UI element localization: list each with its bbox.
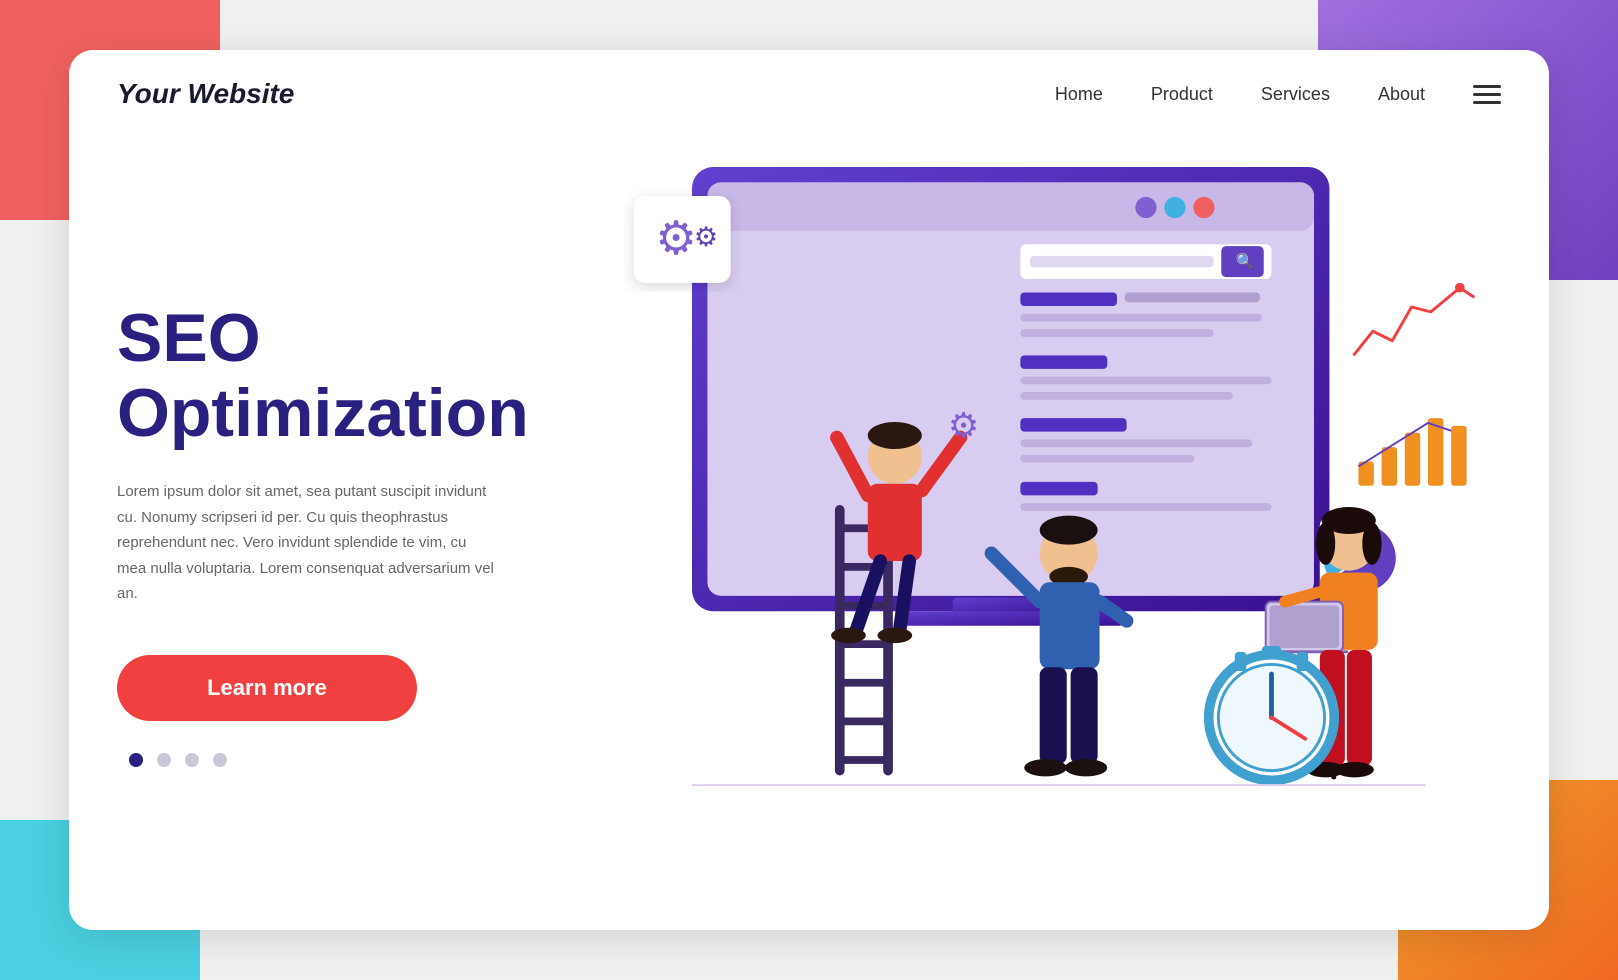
right-panel: 🔍 xyxy=(569,138,1549,930)
dot-1[interactable] xyxy=(129,753,143,767)
content-area: SEO Optimization Lorem ipsum dolor sit a… xyxy=(69,138,1549,930)
navbar: Your Website Home Product Services About xyxy=(69,50,1549,138)
nav-links: Home Product Services About xyxy=(1055,84,1501,105)
hamburger-line-2 xyxy=(1473,93,1501,96)
hero-title: SEO Optimization xyxy=(117,301,521,451)
left-panel: SEO Optimization Lorem ipsum dolor sit a… xyxy=(69,138,569,930)
svg-text:🔍: 🔍 xyxy=(1236,251,1255,270)
pagination-dots xyxy=(129,753,521,767)
main-card: Your Website Home Product Services About… xyxy=(69,50,1549,930)
nav-home[interactable]: Home xyxy=(1055,84,1103,105)
hamburger-line-3 xyxy=(1473,101,1501,104)
illustration-svg: 🔍 xyxy=(569,138,1549,930)
svg-text:⚙: ⚙ xyxy=(948,407,979,445)
dot-3[interactable] xyxy=(185,753,199,767)
svg-text:⚙: ⚙ xyxy=(655,212,697,264)
learn-more-button[interactable]: Learn more xyxy=(117,655,417,721)
dot-4[interactable] xyxy=(213,753,227,767)
hamburger-menu[interactable] xyxy=(1473,85,1501,104)
nav-services[interactable]: Services xyxy=(1261,84,1330,105)
dot-2[interactable] xyxy=(157,753,171,767)
svg-text:⚙: ⚙ xyxy=(694,222,718,252)
hamburger-line-1 xyxy=(1473,85,1501,88)
nav-product[interactable]: Product xyxy=(1151,84,1213,105)
hero-description: Lorem ipsum dolor sit amet, sea putant s… xyxy=(117,479,497,607)
nav-about[interactable]: About xyxy=(1378,84,1425,105)
brand-logo[interactable]: Your Website xyxy=(117,78,294,110)
